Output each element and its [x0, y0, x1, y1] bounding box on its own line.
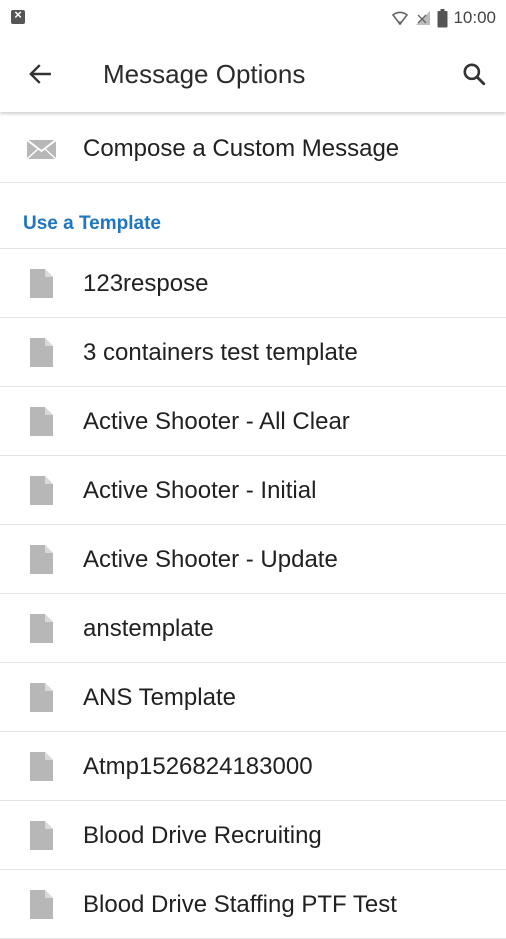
- template-name: 3 containers test template: [83, 339, 358, 366]
- template-name: 123respose: [83, 270, 209, 297]
- list-item[interactable]: ANS Template: [0, 663, 506, 732]
- document-icon: [30, 614, 53, 643]
- wifi-icon: [392, 11, 409, 26]
- list-item[interactable]: Atmp1526824183000: [0, 732, 506, 801]
- notification-icon: [11, 7, 25, 24]
- envelope-icon: [27, 139, 57, 160]
- arrow-left-icon: [29, 64, 51, 84]
- search-icon: [463, 63, 486, 86]
- list-item[interactable]: Active Shooter - Update: [0, 525, 506, 594]
- template-name: Blood Drive Recruiting: [83, 822, 322, 849]
- list-item[interactable]: Active Shooter - Initial: [0, 456, 506, 525]
- list-item[interactable]: anstemplate: [0, 594, 506, 663]
- status-time: 10:00: [453, 8, 496, 27]
- document-icon: [30, 683, 53, 712]
- list-item[interactable]: 123respose: [0, 249, 506, 318]
- compose-label: Compose a Custom Message: [83, 135, 400, 162]
- template-name: Active Shooter - Update: [83, 546, 338, 573]
- list-item[interactable]: 3 containers test template: [0, 318, 506, 387]
- app-bar: Message Options: [0, 36, 506, 112]
- document-icon: [30, 545, 53, 574]
- document-icon: [30, 476, 53, 505]
- document-icon: [30, 752, 53, 781]
- template-section-header: Use a Template: [0, 183, 506, 249]
- template-name: Atmp1526824183000: [83, 753, 313, 780]
- document-icon: [30, 269, 53, 298]
- document-icon: [30, 407, 53, 436]
- signal-icon: [416, 11, 431, 25]
- document-icon: [30, 821, 53, 850]
- template-name: anstemplate: [83, 615, 214, 642]
- list-item[interactable]: Blood Drive Recruiting: [0, 801, 506, 870]
- template-name: Active Shooter - All Clear: [83, 408, 350, 435]
- search-button[interactable]: [456, 56, 492, 92]
- document-icon: [30, 338, 53, 367]
- template-list: 123respose 3 containers test template Acti…: [0, 249, 506, 939]
- status-bar: 10:00: [0, 0, 506, 36]
- template-name: Active Shooter - Initial: [83, 477, 317, 504]
- list-item[interactable]: Active Shooter - All Clear: [0, 387, 506, 456]
- back-button[interactable]: [22, 56, 58, 92]
- compose-custom-message-item[interactable]: Compose a Custom Message: [0, 114, 506, 183]
- battery-icon: [437, 8, 448, 27]
- template-name: Blood Drive Staffing PTF Test: [83, 891, 397, 918]
- page-title: Message Options: [103, 59, 306, 89]
- section-title: Use a Template: [23, 213, 161, 234]
- list-item[interactable]: Blood Drive Staffing PTF Test: [0, 870, 506, 939]
- template-name: ANS Template: [83, 684, 236, 711]
- document-icon: [30, 890, 53, 919]
- status-indicators: 10:00: [391, 7, 496, 29]
